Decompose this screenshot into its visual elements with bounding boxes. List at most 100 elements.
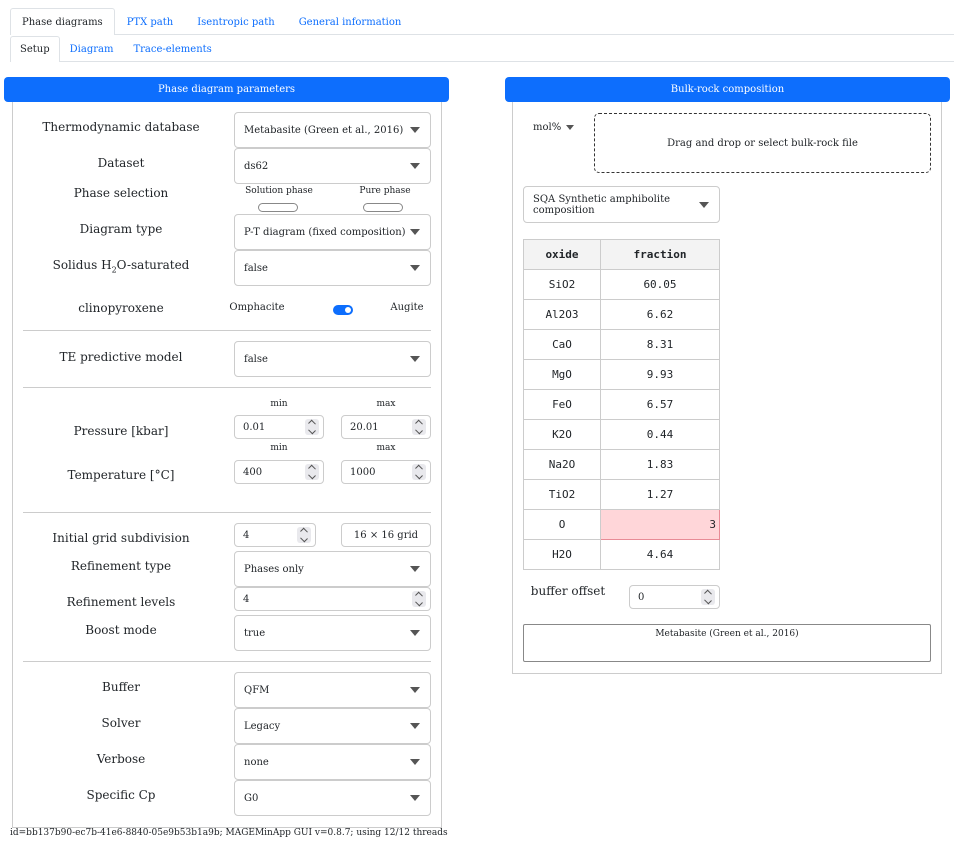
chevron-down-icon (410, 265, 420, 271)
oxide-cell: TiO2 (523, 479, 601, 510)
table-row: Na2O 1.83 (523, 449, 720, 480)
stepper-icon[interactable] (297, 527, 311, 543)
tab-diagram[interactable]: Diagram (60, 36, 124, 62)
stepper-icon[interactable] (412, 591, 426, 607)
chevron-down-icon (410, 723, 420, 729)
fraction-cell[interactable]: 6.57 (600, 389, 720, 420)
specific-cp-value: G0 (244, 792, 259, 804)
diagram-type-value: P-T diagram (fixed composition) (244, 226, 406, 238)
verbose-select[interactable]: none (234, 744, 431, 780)
table-row: H2O 4.64 (523, 539, 720, 570)
solver-value: Legacy (244, 720, 281, 732)
tab-trace-elements[interactable]: Trace-elements (123, 36, 221, 62)
pure-phase-button[interactable] (363, 203, 403, 212)
chevron-down-icon (410, 356, 420, 362)
chevron-down-icon (699, 201, 709, 208)
oxide-cell: FeO (523, 389, 601, 420)
tab-phase-diagrams[interactable]: Phase diagrams (10, 8, 115, 35)
table-row: TiO2 1.27 (523, 479, 720, 510)
oxide-cell: H2O (523, 539, 601, 570)
oxide-table: oxide fraction SiO2 60.05 Al2O3 6.62 CaO 8.… (523, 239, 720, 570)
solidus-select[interactable]: false (234, 250, 431, 286)
te-model-select[interactable]: false (234, 341, 431, 377)
thermo-db-label: Thermodynamic database (42, 120, 200, 134)
stepper-icon[interactable] (701, 589, 715, 605)
refinement-type-select[interactable]: Phases only (234, 551, 431, 587)
solidus-value: false (244, 262, 268, 274)
bulk-file-dropzone[interactable]: Drag and drop or select bulk-rock file (594, 113, 931, 173)
chevron-down-icon (410, 163, 420, 169)
te-model-label: TE predictive model (59, 350, 183, 364)
solidus-label: Solidus H2O-saturated (13, 258, 229, 274)
temperature-max-input[interactable]: 1000 (341, 460, 431, 484)
fraction-column-header[interactable]: fraction (600, 239, 720, 270)
tab-setup[interactable]: Setup (10, 36, 60, 62)
augite-label: Augite (390, 302, 424, 313)
tab-general-information[interactable]: General information (287, 8, 414, 35)
solution-phase-button[interactable] (258, 203, 298, 212)
fraction-cell[interactable]: 8.31 (600, 329, 720, 360)
oxide-cell: Al2O3 (523, 299, 601, 330)
buffer-select[interactable]: QFM (234, 672, 431, 708)
pressure-max-input[interactable]: 20.01 (341, 415, 431, 439)
bulk-rock-composition-button[interactable]: Bulk-rock composition (505, 77, 950, 102)
chevron-down-icon (410, 229, 420, 235)
solidus-label-text: Solidus H (52, 258, 112, 272)
unit-value: mol% (533, 122, 562, 133)
tab-ptx-path[interactable]: PTX path (115, 8, 186, 35)
pressure-label: Pressure [kbar] (73, 424, 169, 438)
temperature-min-caption: min (270, 443, 288, 453)
solver-select[interactable]: Legacy (234, 708, 431, 744)
oxide-cell: CaO (523, 329, 601, 360)
stepper-icon[interactable] (305, 464, 319, 480)
fraction-cell[interactable]: 1.83 (600, 449, 720, 480)
unit-dropdown[interactable]: mol% (533, 122, 575, 133)
dataset-label: Dataset (97, 156, 145, 170)
pressure-min-input[interactable]: 0.01 (234, 415, 324, 439)
fraction-cell-active[interactable]: 3 (600, 509, 720, 540)
main-tabs: Phase diagrams PTX path Isentropic path … (10, 8, 954, 35)
pressure-max-value: 20.01 (350, 421, 379, 433)
chevron-down-icon (410, 687, 420, 693)
dataset-select[interactable]: ds62 (234, 148, 431, 184)
fraction-cell[interactable]: 60.05 (600, 269, 720, 300)
oxide-column-header[interactable]: oxide (523, 239, 601, 270)
grid-subdivision-value: 4 (243, 529, 250, 541)
temperature-label: Temperature [°C] (67, 468, 175, 482)
stepper-icon[interactable] (412, 419, 426, 435)
dataset-value: ds62 (244, 160, 269, 172)
phase-diagram-parameters-button[interactable]: Phase diagram parameters (4, 77, 449, 102)
chevron-down-icon (566, 125, 575, 130)
thermo-db-select[interactable]: Metabasite (Green et al., 2016) (234, 112, 431, 148)
refinement-levels-input[interactable]: 4 (234, 587, 431, 611)
oxide-cell: Na2O (523, 449, 601, 480)
te-model-value: false (244, 353, 268, 365)
fraction-cell[interactable]: 0.44 (600, 419, 720, 450)
temperature-min-input[interactable]: 400 (234, 460, 324, 484)
chevron-down-icon (410, 566, 420, 572)
solidus-label-text-end: O-saturated (116, 258, 190, 272)
buffer-label: Buffer (102, 680, 140, 694)
specific-cp-select[interactable]: G0 (234, 780, 431, 816)
temperature-max-caption: max (376, 443, 396, 453)
fraction-cell[interactable]: 1.27 (600, 479, 720, 510)
stepper-icon[interactable] (412, 464, 426, 480)
boost-mode-value: true (244, 627, 266, 639)
buffer-offset-value: 0 (638, 591, 645, 603)
boost-mode-select[interactable]: true (234, 615, 431, 651)
buffer-offset-input[interactable]: 0 (629, 585, 720, 609)
fraction-cell[interactable]: 9.93 (600, 359, 720, 390)
diagram-type-select[interactable]: P-T diagram (fixed composition) (234, 214, 431, 250)
solver-label: Solver (101, 716, 141, 730)
fraction-cell[interactable]: 6.62 (600, 299, 720, 330)
tab-isentropic-path[interactable]: Isentropic path (185, 8, 286, 35)
grid-subdivision-input[interactable]: 4 (234, 523, 316, 547)
fraction-cell[interactable]: 4.64 (600, 539, 720, 570)
table-row: SiO2 60.05 (523, 269, 720, 300)
divider (23, 330, 431, 331)
clinopyroxene-toggle[interactable] (333, 305, 353, 315)
preset-select[interactable]: SQA Synthetic amphibolite composition (523, 186, 720, 223)
chevron-down-icon (410, 127, 420, 133)
table-row: MgO 9.93 (523, 359, 720, 390)
stepper-icon[interactable] (305, 419, 319, 435)
